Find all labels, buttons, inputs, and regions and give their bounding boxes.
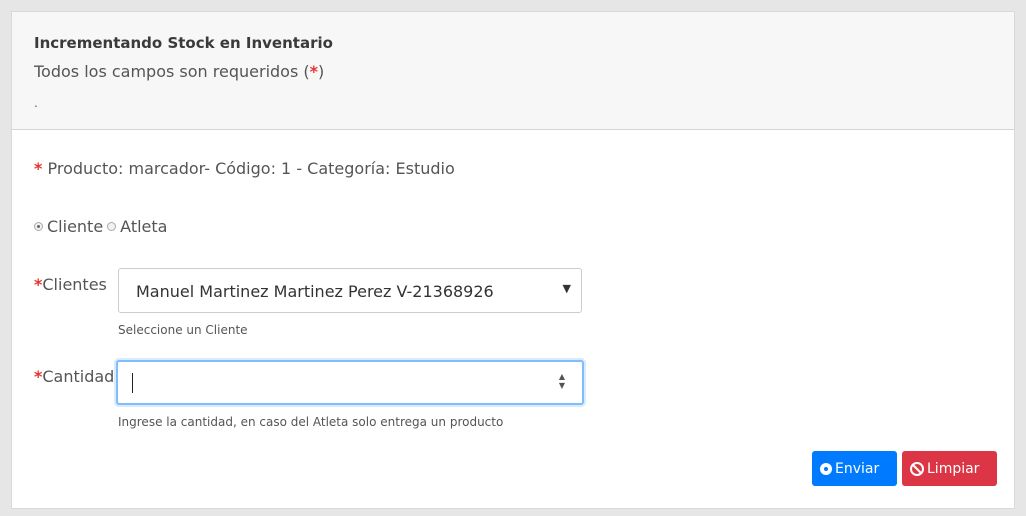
- text-cursor: [132, 373, 133, 393]
- required-asterisk: *: [309, 62, 319, 81]
- product-info: * Producto: marcador- Código: 1 - Catego…: [34, 159, 455, 178]
- product-info-text: Producto: marcador- Código: 1 - Categorí…: [47, 159, 455, 178]
- clientes-selected-value: Manuel Martinez Martinez Perez V-2136892…: [136, 282, 494, 301]
- ban-icon: [910, 461, 924, 476]
- radio-atleta[interactable]: [107, 222, 117, 231]
- radio-atleta-label[interactable]: Atleta: [120, 217, 167, 236]
- header-dot: .: [34, 96, 38, 110]
- enviar-button[interactable]: Enviar: [812, 451, 897, 486]
- radio-cliente[interactable]: [34, 222, 43, 231]
- number-spinner-icon[interactable]: ▲ ▼: [556, 372, 568, 392]
- panel-title: Incrementando Stock en Inventario: [34, 34, 333, 52]
- clientes-label: *Clientes: [34, 275, 107, 294]
- limpiar-button-label: Limpiar: [927, 460, 980, 477]
- clientes-select[interactable]: Manuel Martinez Martinez Perez V-2136892…: [118, 268, 582, 313]
- product-required-asterisk: *: [34, 159, 43, 178]
- cantidad-help-text: Ingrese la cantidad, en caso del Atleta …: [118, 415, 504, 429]
- chevron-down-icon: ▼: [562, 282, 571, 295]
- stock-form-panel: Incrementando Stock en Inventario Todos …: [11, 11, 1015, 509]
- panel-header: Incrementando Stock en Inventario Todos …: [12, 12, 1014, 130]
- dot-circle-icon: [820, 462, 832, 475]
- radio-cliente-label[interactable]: Cliente: [47, 217, 103, 236]
- cantidad-label-text: Cantidad: [42, 367, 115, 386]
- limpiar-button[interactable]: Limpiar: [902, 451, 997, 486]
- required-note-close: ): [318, 62, 325, 81]
- cantidad-label: *Cantidad: [34, 367, 114, 386]
- enviar-button-label: Enviar: [835, 460, 880, 477]
- clientes-help-text: Seleccione un Cliente: [118, 323, 248, 337]
- required-note-text: Todos los campos son requeridos: [34, 62, 299, 81]
- cantidad-input[interactable]: ▲ ▼: [116, 360, 584, 405]
- recipient-type-radio-group: Cliente Atleta: [34, 217, 171, 236]
- required-note: Todos los campos son requeridos (*): [34, 62, 324, 81]
- clientes-label-text: Clientes: [42, 275, 107, 294]
